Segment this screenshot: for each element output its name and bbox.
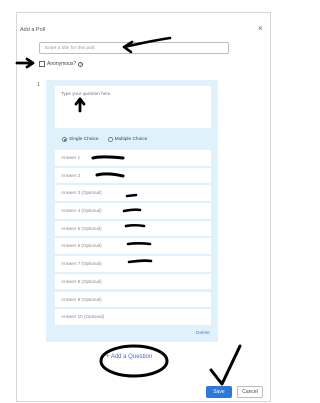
poll-title-input[interactable]: Enter a title for this poll. xyxy=(39,42,229,54)
answer-list: Answer 1 Answer 2 Answer 3 (Optional) An… xyxy=(55,150,211,327)
question-input[interactable]: Type your question here. xyxy=(55,86,211,128)
save-button[interactable]: Save xyxy=(206,386,232,398)
answer-input-3[interactable]: Answer 3 (Optional) xyxy=(55,185,211,201)
multiple-choice-label: Multiple Choice xyxy=(114,137,148,142)
delete-question-link[interactable]: Delete xyxy=(196,331,210,336)
answer-input-2[interactable]: Answer 2 xyxy=(55,167,211,184)
dialog-title: Add a Poll xyxy=(20,27,46,33)
answer-input-10[interactable]: Answer 10 (Optional) xyxy=(55,309,211,325)
answer-input-6[interactable]: Answer 6 (Optional) xyxy=(55,238,211,254)
single-choice-option[interactable]: Single Choice xyxy=(62,137,99,142)
multiple-choice-option[interactable]: Multiple Choice xyxy=(107,137,148,142)
anonymous-checkbox[interactable] xyxy=(39,61,45,67)
anonymous-option[interactable]: Anonymous? ? xyxy=(39,61,84,67)
single-choice-radio[interactable] xyxy=(62,137,67,142)
answer-input-4[interactable]: Answer 4 (Optional) xyxy=(55,203,211,219)
answer-input-8[interactable]: Answer 8 (Optional) xyxy=(55,273,211,290)
add-question-link[interactable]: + Add a Question xyxy=(106,354,152,360)
anonymous-label: Anonymous? xyxy=(47,61,77,67)
single-choice-label: Single Choice xyxy=(69,137,99,142)
question-number: 1 xyxy=(37,82,41,88)
answer-input-9[interactable]: Answer 9 (Optional) xyxy=(55,291,211,307)
answer-input-7[interactable]: Answer 7 (Optional) xyxy=(55,256,211,272)
close-icon[interactable]: × xyxy=(258,24,263,33)
question-type-selector: Single Choice Multiple Choice xyxy=(62,137,147,142)
cancel-button[interactable]: Cancel xyxy=(237,386,263,398)
answer-input-1[interactable]: Answer 1 xyxy=(55,150,211,166)
help-icon[interactable]: ? xyxy=(78,61,84,67)
multiple-choice-radio[interactable] xyxy=(107,137,113,142)
answer-input-5[interactable]: Answer 5 (Optional) xyxy=(55,220,211,237)
